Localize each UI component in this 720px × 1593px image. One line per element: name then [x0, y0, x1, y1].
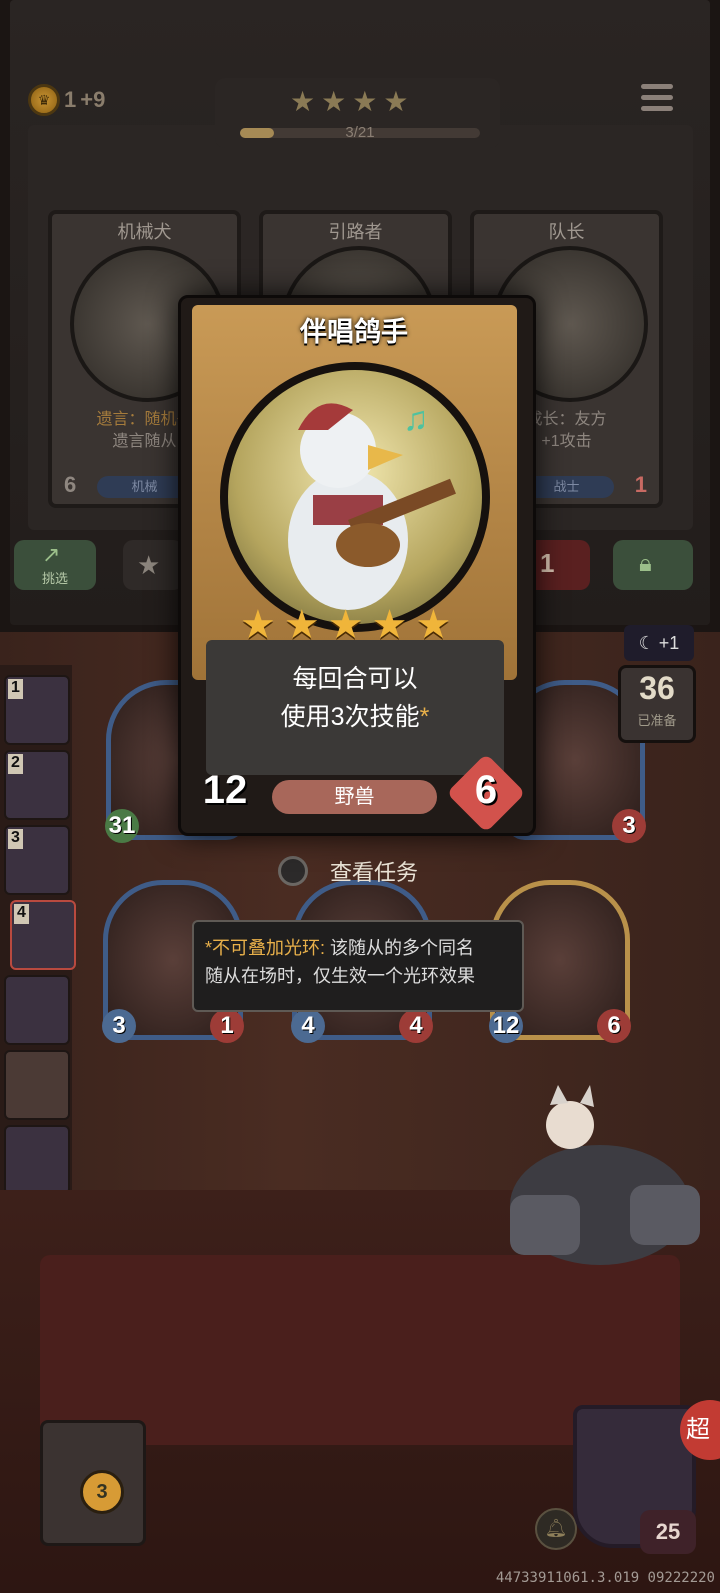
- opponent-list: 1 2 3 4: [0, 665, 76, 1275]
- gold-counter: ♛ 1 +9: [28, 84, 105, 116]
- view-quest-button[interactable]: 查看任务: [278, 855, 418, 887]
- tooltip-line2: 随从在场时，仅生效一个光环效果: [205, 966, 475, 986]
- opponent-slot[interactable]: 2: [4, 750, 70, 820]
- hero-health: 25: [640, 1510, 696, 1554]
- star-icon: ★: [415, 603, 452, 647]
- chest-count: 3: [80, 1470, 124, 1514]
- prepared-label: 已准备: [637, 713, 677, 728]
- tier-progress-fill: [240, 128, 274, 138]
- minion-health: 1: [210, 1009, 244, 1043]
- tooltip-line1: 该随从的多个同名: [325, 938, 475, 958]
- slot-number: 3: [8, 829, 23, 849]
- pick-label: 挑选: [42, 571, 69, 586]
- featured-card-desc: 每回合可以 使用3次技能*: [206, 660, 504, 736]
- featured-card-art: ♫: [220, 362, 490, 632]
- tooltip-text: *不可叠加光环: 该随从的多个同名 随从在场时，仅生效一个光环效果: [205, 934, 510, 990]
- minion-health: 6: [597, 1009, 631, 1043]
- prepared-count: 36: [639, 670, 675, 706]
- opponent-slot[interactable]: [4, 1125, 70, 1195]
- menu-icon[interactable]: [641, 84, 673, 114]
- svg-text:♫: ♫: [403, 400, 429, 438]
- featured-card-stars: ★ ★ ★ ★ ★: [240, 605, 451, 645]
- quest-radio-icon: [278, 856, 308, 886]
- tooltip-keyword: *不可叠加光环:: [205, 938, 326, 958]
- minion-attack: 3: [102, 1009, 136, 1043]
- star-up-icon: ★: [137, 550, 161, 580]
- pigeon-guitarist-illustration: ♫: [288, 400, 456, 610]
- star-icon: ★: [383, 86, 409, 117]
- arrow-icon: ↗: [42, 542, 61, 567]
- minion-attack: 31: [105, 809, 139, 843]
- bell-icon[interactable]: 🔔︎: [535, 1508, 577, 1550]
- gold-value: 1: [64, 87, 77, 112]
- opponent-slot[interactable]: [4, 975, 70, 1045]
- refresh-cost: 1: [540, 548, 555, 578]
- star-icon: ★: [290, 86, 316, 117]
- featured-card-tribe: 野兽: [272, 780, 437, 814]
- featured-card-name: 伴唱鸽手: [300, 317, 408, 347]
- minion-attack: 12: [489, 1009, 523, 1043]
- slot-number: 4: [14, 904, 29, 924]
- hero-mech-character: [480, 1085, 710, 1295]
- slot-number: 1: [8, 679, 23, 699]
- opponent-slot[interactable]: 1: [4, 675, 70, 745]
- card-attack: 6: [64, 472, 77, 497]
- featured-card-attack: 12: [202, 768, 248, 812]
- desc-line2: 使用3次技能: [280, 703, 420, 731]
- star-icon: ★: [327, 603, 364, 647]
- moon-icon: ☾: [638, 632, 655, 653]
- star-icon: ★: [283, 603, 320, 647]
- opponent-slot[interactable]: 4: [10, 900, 76, 970]
- crown-coin-icon: ♛: [28, 84, 60, 116]
- desc-asterisk: *: [419, 703, 430, 731]
- tier-stars: ★ ★ ★ ★: [290, 88, 408, 116]
- minion-attack: 4: [291, 1009, 325, 1043]
- featured-card-health: 6: [474, 768, 498, 812]
- tier-progress-text: 3/21: [345, 124, 375, 141]
- build-info: 44733911061.3.019 09222220: [495, 1570, 715, 1586]
- card-name: 机械犬: [117, 222, 172, 242]
- card-name: 引路者: [328, 222, 383, 242]
- quest-label: 查看任务: [330, 860, 419, 885]
- lock-button[interactable]: 🔒︎: [613, 540, 693, 590]
- star-icon: ★: [321, 86, 347, 117]
- star-icon: ★: [240, 603, 276, 647]
- desc-line1: 每回合可以: [292, 665, 418, 693]
- gold-bonus: +9: [80, 87, 106, 112]
- opponent-slot[interactable]: [4, 1050, 70, 1120]
- moon-bonus: ☾ +1: [624, 625, 694, 661]
- card-health: 1: [634, 472, 647, 497]
- pick-button[interactable]: ↗ 挑选: [14, 540, 96, 590]
- star-icon: ★: [371, 603, 408, 647]
- star-icon: ★: [352, 86, 378, 117]
- slot-number: 2: [8, 754, 23, 774]
- opponent-slot[interactable]: 3: [4, 825, 70, 895]
- moon-bonus-value: +1: [658, 632, 680, 653]
- card-name: 队长: [548, 222, 585, 242]
- minion-health: 4: [399, 1009, 433, 1043]
- minion-health: 3: [612, 809, 646, 843]
- lock-icon: 🔒︎: [639, 550, 652, 577]
- upgrade-button[interactable]: ★: [123, 540, 183, 590]
